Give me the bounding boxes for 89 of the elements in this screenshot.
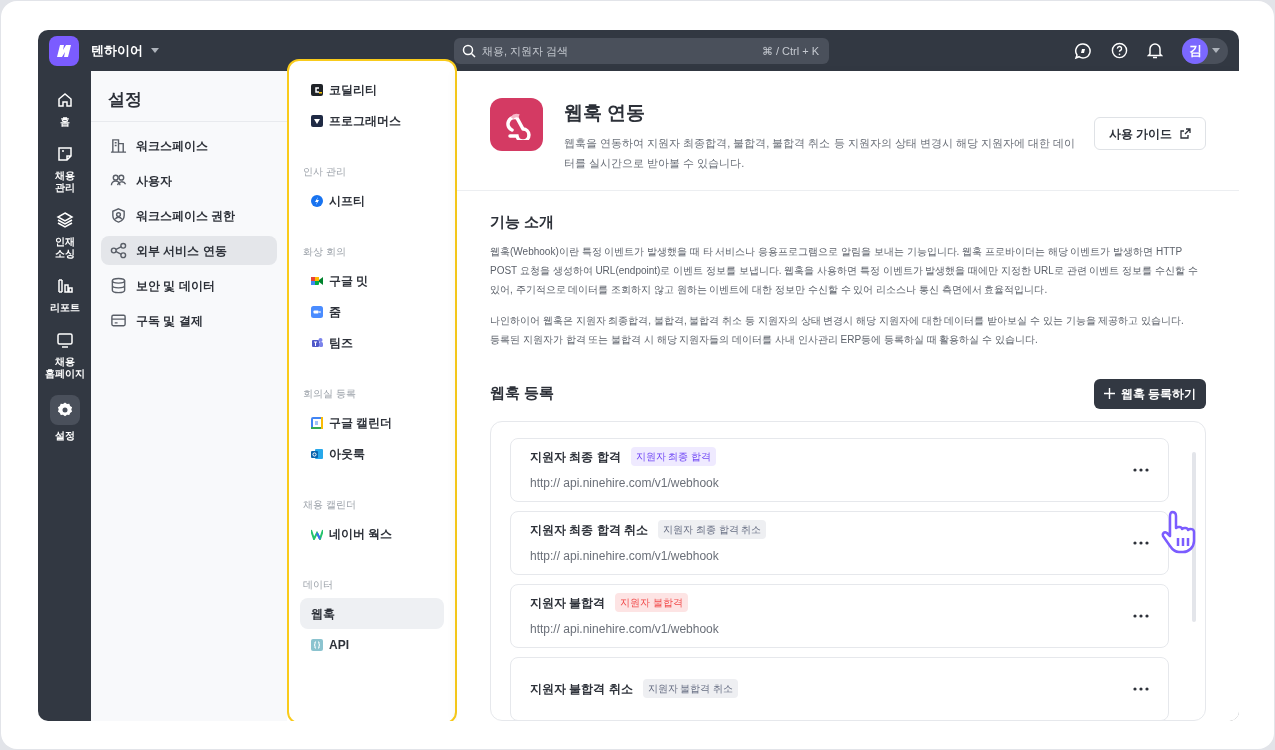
- calendar-icon: [311, 416, 323, 429]
- group-heading: 화상 회의: [302, 245, 347, 259]
- square-logo-icon: [311, 114, 323, 127]
- building-icon: [110, 137, 127, 154]
- section-heading: 웹훅 등록: [490, 383, 555, 404]
- video-camera-icon: [311, 305, 323, 318]
- group-heading: 채용 캘린더: [302, 498, 357, 512]
- more-icon[interactable]: [1133, 467, 1149, 472]
- logo-icon: [49, 35, 79, 66]
- mail-logo-icon: [311, 447, 323, 460]
- nav-item[interactable]: 인재 소싱: [43, 209, 86, 260]
- caret-icon: [151, 48, 159, 53]
- paragraph: 웹훅(Webhook)이란 특정 이벤트가 발생했을 때 타 서비스나 응용프로그램으로 알림을 보내는 기능입니다. 웹훅 프로바이더는 해당 이벤트가 발생하면 HTTP POST 요청을 생성하여 URL(endpoint)로 이벤트 정보를 보냅니다. 웹훅을 사용하면 특정 이벤트가 발생했을 때에만 지정한 URL로 관련 이벤트 정보를 수신할 수 있어, 주기적으로 데이터를 조회하지 않고 원하는 이벤트에 대한 정보만 수신할 수 있어 리소스나 통신 측면에서 효율적입니다.: [490, 244, 1199, 297]
- shortcut-hint: ⌘ / Ctrl + K: [761, 43, 819, 58]
- settings-menu-item[interactable]: 워크스페이스: [101, 131, 277, 160]
- more-icon[interactable]: [1133, 686, 1149, 691]
- event-tag: 지원자 최종 합격 취소: [658, 520, 767, 539]
- shield-user-icon: [110, 207, 127, 224]
- webhook-logo-icon: [490, 98, 543, 151]
- settings-menu-item[interactable]: 워크스페이스 권한: [101, 201, 277, 230]
- section-heading: 기능 소개: [490, 212, 556, 232]
- webhook-url: http:// api.ninehire.com/v1/webhook: [530, 621, 720, 638]
- webhook-url: http:// api.ninehire.com/v1/webhook: [530, 475, 720, 492]
- webhook-card[interactable]: 지원자 최종 합격 취소 지원자 최종 합격 취소 http:// api.ninehire.com/v1/webhook: [510, 510, 1169, 575]
- settings-menu-item[interactable]: 구독 및 결제: [101, 306, 277, 335]
- integration-item[interactable]: 구글 캘린더: [300, 407, 444, 438]
- note-icon: [55, 145, 74, 163]
- webhook-title: 지원자 최종 합격 취소: [530, 521, 648, 539]
- paragraph: 나인하이어 웹훅은 지원자 최종합격, 불합격, 불합격 취소 등 지원자의 상태 변경시 해당 지원자에 대한 데이터를 받아보실 수 있는 기능을 제공하고 있습니다. 등록된 지원자가 합격 또는 불합격 시 해당 지원자들의 데이터를 사내 인사관리 ERP등에 등록하실 때 활용하실 수 있습니다.: [490, 313, 1185, 347]
- webhook-title: 지원자 불합격: [530, 594, 606, 612]
- event-tag: 지원자 최종 합격: [630, 447, 717, 466]
- more-icon[interactable]: [1133, 613, 1149, 618]
- integration-item[interactable]: 웹훅: [300, 598, 444, 629]
- nav-item[interactable]: 채용 관리: [43, 143, 86, 194]
- search-icon: [462, 43, 476, 58]
- braces-icon: [311, 638, 323, 651]
- account-menu[interactable]: 김: [1182, 37, 1228, 64]
- settings-menu-item[interactable]: 보안 및 데이터: [101, 271, 277, 300]
- nav-item[interactable]: 채용 홈페이지: [43, 329, 86, 380]
- workspace-switcher[interactable]: 텐하이어: [91, 40, 159, 61]
- avatar: 김: [1182, 37, 1208, 64]
- caret-icon: [1212, 48, 1220, 53]
- integration-item[interactable]: 줌: [300, 296, 444, 327]
- settings-menu-item[interactable]: 외부 서비스 연동: [101, 236, 277, 265]
- guide-button[interactable]: 사용 가이드: [1093, 117, 1206, 150]
- nav-item[interactable]: 리포트: [43, 275, 86, 314]
- integration-item[interactable]: 팀즈: [300, 327, 444, 358]
- integration-item[interactable]: 프로그래머스: [300, 105, 444, 136]
- external-link-icon: [1180, 128, 1191, 139]
- webhook-title: 지원자 최종 합격: [530, 448, 621, 466]
- group-heading: 데이터: [302, 578, 334, 592]
- integration-item[interactable]: 네이버 웍스: [300, 518, 444, 549]
- page-description: 웹훅을 연동하여 지원자 최종합격, 불합격, 불합격 취소 등 지원자의 상태 변경시 해당 지원자에 대한 데이터를 실시간으로 받아볼 수 있습니다.: [564, 135, 1076, 171]
- layers-icon: [55, 211, 74, 229]
- help-icon[interactable]: [1111, 42, 1128, 59]
- event-tag: 지원자 불합격: [615, 593, 689, 612]
- add-webhook-button[interactable]: 웹훅 등록하기: [1093, 378, 1206, 409]
- page-heading: 웹훅 연동: [564, 101, 647, 125]
- plus-icon: [1103, 388, 1115, 399]
- chat-icon[interactable]: [1074, 41, 1092, 60]
- event-tag: 지원자 불합격 취소: [642, 679, 739, 698]
- credit-card-icon: [110, 312, 127, 329]
- video-camera-icon: [311, 274, 323, 287]
- square-logo-icon: [311, 83, 323, 96]
- settings-menu-item[interactable]: 사용자: [101, 166, 277, 195]
- integration-item[interactable]: 구글 밋: [300, 265, 444, 296]
- nav-item[interactable]: 설정: [43, 395, 86, 442]
- more-icon[interactable]: [1133, 540, 1149, 545]
- gear-icon: [55, 401, 74, 419]
- share-nodes-icon: [110, 242, 127, 259]
- people-logo-icon: [311, 336, 323, 349]
- group-heading: 인사 관리: [302, 165, 347, 179]
- webhook-title: 지원자 불합격 취소: [530, 680, 633, 698]
- home-icon: [55, 91, 74, 109]
- webhook-card[interactable]: 지원자 최종 합격 지원자 최종 합격 http:// api.ninehire.com/v1/webhook: [510, 437, 1169, 502]
- integration-item[interactable]: 코딜리티: [300, 74, 444, 105]
- nav-item[interactable]: 홈: [43, 89, 86, 128]
- lightning-circle-icon: [311, 194, 323, 207]
- integration-item[interactable]: API: [300, 629, 444, 660]
- webhook-card[interactable]: 지원자 불합격 지원자 불합격 http:// api.ninehire.com/v1/webhook: [510, 583, 1169, 648]
- bar-chart-icon: [55, 277, 74, 295]
- notification-icon[interactable]: [1147, 42, 1163, 59]
- group-heading: 회의실 등록: [302, 387, 357, 401]
- integration-item[interactable]: 시프티: [300, 185, 444, 216]
- database-icon: [110, 277, 127, 294]
- w-logo-icon: [311, 527, 323, 540]
- integration-item[interactable]: 아웃룩: [300, 438, 444, 469]
- webhook-url: http:// api.ninehire.com/v1/webhook: [530, 548, 720, 565]
- monitor-icon: [55, 331, 74, 349]
